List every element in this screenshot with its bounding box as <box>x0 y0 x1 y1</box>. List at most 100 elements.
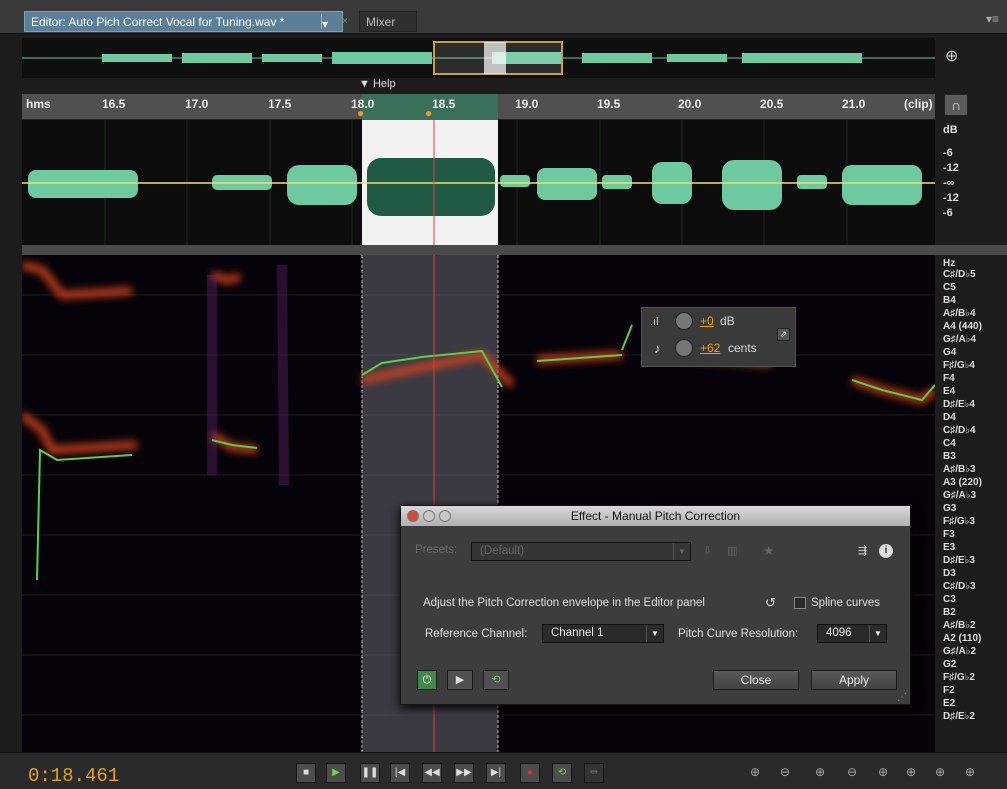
spline-checkbox[interactable] <box>794 597 806 609</box>
time-ruler[interactable]: hms 16.5 17.0 17.5 18.0 18.5 19.0 19.5 2… <box>22 94 935 120</box>
delete-preset-icon[interactable]: ▥ <box>727 544 737 557</box>
ruler-clip-label: (clip) <box>904 97 933 111</box>
minimize-window-icon[interactable] <box>423 510 435 522</box>
pitch-scale-label: B4 <box>943 295 956 306</box>
zoom-window-icon[interactable] <box>439 510 451 522</box>
time-display: 0:18.461 <box>28 765 120 787</box>
go-to-end-button[interactable]: ▶| <box>486 763 506 783</box>
db-scale-label: -6 <box>943 207 953 219</box>
pause-button[interactable]: ❚❚ <box>360 763 380 783</box>
ruler-tick-label: 17.0 <box>185 97 209 111</box>
instruction-text: Adjust the Pitch Correction envelope in … <box>423 597 705 609</box>
presets-value: (Default) <box>480 545 525 557</box>
skip-end-icon: ▶| <box>490 767 502 778</box>
pitch-scale-label: D♯/E♭2 <box>943 711 975 722</box>
pitch-scale-label: A4 (440) <box>943 321 982 332</box>
pitch-scale-label: E2 <box>943 698 956 709</box>
pitch-resolution-value: 4096 <box>826 627 852 639</box>
tab-dropdown-icon[interactable]: ▾ <box>321 14 336 31</box>
db-scale: dB -6 -12 -∞ -12 -6 <box>935 120 995 245</box>
zoom-out-time-icon[interactable]: ⊖ <box>847 765 857 779</box>
close-button[interactable]: Close <box>713 670 799 690</box>
headphone-icon[interactable]: ∩ <box>944 94 968 116</box>
ruler-tick-label: 16.5 <box>102 97 126 111</box>
overview-waveform-svg <box>22 41 935 75</box>
pitch-scale-label: E3 <box>943 542 956 553</box>
stop-button[interactable]: ■ <box>296 763 316 783</box>
reference-channel-dropdown[interactable]: Channel 1 ▼ <box>542 624 664 643</box>
skip-selection-icon: ⇹ <box>589 767 599 778</box>
loop-playback-button[interactable]: ⟲ <box>552 763 572 783</box>
pitch-scale-label: D♯/E♭4 <box>943 399 975 410</box>
zoom-out-amplitude-icon[interactable]: ⊖ <box>780 765 790 779</box>
skip-selection-button[interactable]: ⇹ <box>584 763 604 783</box>
overview-waveform[interactable] <box>22 38 935 78</box>
zoom-in-amplitude-icon[interactable]: ⊕ <box>750 765 760 779</box>
audition-window: { "tabs":{"editor":"Editor: Auto Pich Co… <box>0 0 1007 789</box>
pin-icon[interactable]: ⇗ <box>777 328 790 341</box>
save-preset-icon[interactable]: ⇩ <box>703 544 712 557</box>
power-toggle-button[interactable]: ⏻ <box>417 670 437 690</box>
record-icon: ● <box>526 767 534 778</box>
pitch-scale-label: A♯/B♭4 <box>943 308 976 319</box>
ruler-unit: hms <box>26 97 51 111</box>
record-button[interactable]: ● <box>520 763 540 783</box>
presets-label: Presets: <box>415 544 458 556</box>
pitch-scale-label: D♯/E♭3 <box>943 555 975 566</box>
panel-menu-icon[interactable]: ▾≡ <box>986 12 999 26</box>
stop-icon: ■ <box>302 767 310 778</box>
waveform-view[interactable] <box>22 120 935 245</box>
manual-pitch-correction-dialog: Effect - Manual Pitch Correction Presets… <box>400 505 911 705</box>
zoom-in-left-icon[interactable]: ⊕ <box>935 765 945 779</box>
note-icon: ♪ <box>654 341 661 356</box>
pitch-scale-label: A♯/B♭2 <box>943 620 976 631</box>
pitch-scale-label: A♯/B♭3 <box>943 464 976 475</box>
transport-bar: 0:18.461 ■ ▶ ❚❚ |◀ ◀◀ ▶▶ ▶| ● ⟲ ⇹ ⊕ ⊖ ⊕ … <box>0 752 1007 789</box>
zoom-full-icon[interactable]: ⊕ <box>945 46 958 66</box>
pitch-scale-label: C♯/D♭3 <box>943 581 976 592</box>
selection-start-icon[interactable]: ● <box>357 106 364 120</box>
loop-button[interactable]: ⟲ <box>483 670 509 690</box>
fast-forward-button[interactable]: ▶▶ <box>454 763 474 783</box>
tab-mixer[interactable]: Mixer <box>359 11 417 32</box>
ruler-tick-label: 19.5 <box>597 97 621 111</box>
fast-forward-icon: ▶▶ <box>456 767 472 778</box>
resize-grip-icon[interactable]: ⋰ <box>897 692 907 703</box>
panel-divider[interactable] <box>22 245 1007 255</box>
playhead-marker-icon[interactable]: ● <box>425 106 432 120</box>
volume-knob[interactable] <box>675 312 693 330</box>
pitch-value[interactable]: +62 <box>700 341 720 355</box>
play-button[interactable]: ▶ <box>326 763 346 783</box>
pitch-scale-label: G♯/A♭4 <box>943 334 977 345</box>
rewind-button[interactable]: ◀◀ <box>422 763 442 783</box>
volume-value[interactable]: +0 <box>700 314 714 328</box>
favorite-star-icon[interactable]: ★ <box>763 543 775 559</box>
zoom-in-right-icon[interactable]: ⊕ <box>965 765 975 779</box>
pitch-scale-label: F3 <box>943 529 955 540</box>
pitch-scale-label: A3 (220) <box>943 477 982 488</box>
chevron-down-icon: ▼ <box>646 625 663 642</box>
zoom-in-time-icon[interactable]: ⊕ <box>815 765 825 779</box>
pitch-scale-label: G♯/A♭3 <box>943 490 977 501</box>
marker-flag-icon: ▼ <box>359 78 370 90</box>
info-icon[interactable]: i <box>879 544 893 558</box>
ruler-tick-label: 20.5 <box>760 97 784 111</box>
preview-play-button[interactable]: ▶ <box>447 670 473 690</box>
pitch-scale-label: F♯/G♭3 <box>943 516 975 527</box>
routing-icon[interactable]: ⇶ <box>858 544 867 557</box>
pitch-knob[interactable] <box>675 339 693 357</box>
reset-icon[interactable]: ↺ <box>765 595 776 611</box>
zoom-to-selection-icon[interactable]: ⊕ <box>906 765 916 779</box>
pitch-scale-label: Hz <box>943 258 956 269</box>
zoom-full-icon[interactable]: ⊕ <box>878 765 888 779</box>
loop-icon: ⟲ <box>557 767 567 778</box>
dialog-titlebar[interactable]: Effect - Manual Pitch Correction <box>401 506 910 526</box>
go-to-start-button[interactable]: |◀ <box>390 763 410 783</box>
pitch-resolution-dropdown[interactable]: 4096 ▼ <box>817 624 887 643</box>
tab-editor[interactable]: Editor: Auto Pich Correct Vocal for Tuni… <box>24 11 343 32</box>
close-window-icon[interactable] <box>407 510 419 522</box>
presets-dropdown[interactable]: (Default) ▼ <box>471 542 691 561</box>
apply-button[interactable]: Apply <box>811 670 897 690</box>
tab-close-icon[interactable]: × <box>342 16 348 27</box>
help-marker[interactable]: ▼ Help <box>359 78 396 90</box>
